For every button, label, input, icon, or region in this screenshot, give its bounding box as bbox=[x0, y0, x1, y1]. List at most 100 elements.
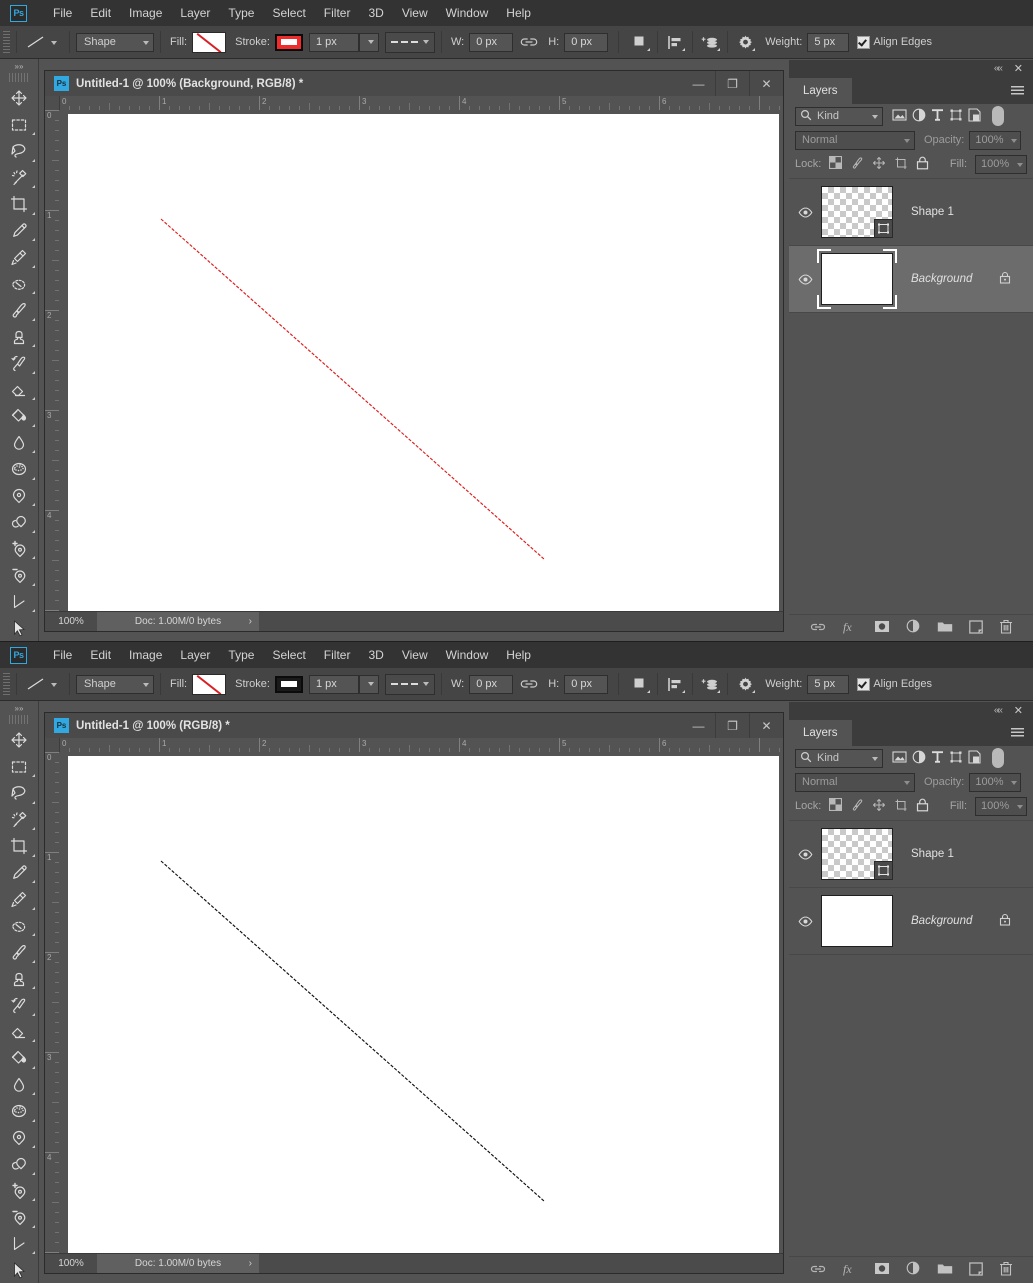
shape-mode-dropdown[interactable]: Shape bbox=[76, 32, 154, 52]
shape-mode-dropdown[interactable]: Shape bbox=[76, 674, 154, 694]
tool-pen-tool[interactable] bbox=[0, 1125, 38, 1152]
vertical-ruler[interactable]: 01234 bbox=[45, 96, 60, 631]
opacity-field[interactable]: 100% bbox=[969, 772, 1022, 792]
maximize-button[interactable]: ❐ bbox=[715, 71, 749, 96]
tool-quick-selection-tool[interactable] bbox=[0, 807, 38, 834]
new-layer-icon[interactable] bbox=[968, 619, 983, 637]
menu-item-3d[interactable]: 3D bbox=[359, 642, 392, 668]
shape-layer-filter-icon[interactable] bbox=[949, 750, 963, 767]
tool-lasso-tool[interactable] bbox=[0, 780, 38, 807]
stroke-width-field[interactable]: 1 px bbox=[308, 674, 359, 694]
toolbar-collapse-icon[interactable]: »» bbox=[0, 701, 38, 715]
delete-layer-icon[interactable] bbox=[999, 1261, 1013, 1279]
minimize-button[interactable]: — bbox=[682, 713, 715, 738]
width-field[interactable]: 0 px bbox=[469, 32, 514, 52]
tool-clone-stamp-tool[interactable] bbox=[0, 324, 38, 351]
ruler-corner[interactable] bbox=[45, 96, 59, 110]
tool-rectangular-marquee-tool[interactable] bbox=[0, 754, 38, 781]
tool-blur-tool[interactable] bbox=[0, 430, 38, 457]
blend-mode-dropdown[interactable]: Normal bbox=[795, 130, 915, 150]
tool-lasso-tool[interactable] bbox=[0, 138, 38, 165]
canvas-area[interactable] bbox=[59, 752, 783, 1253]
layer-thumbnail[interactable] bbox=[817, 249, 897, 309]
layer-visibility-toggle[interactable] bbox=[789, 848, 821, 860]
lock-all-icon[interactable] bbox=[916, 156, 929, 173]
layer-thumbnail[interactable] bbox=[821, 186, 893, 238]
lock-artboard-nesting-icon[interactable] bbox=[894, 156, 908, 173]
tool-clone-stamp-tool[interactable] bbox=[0, 966, 38, 993]
opacity-field[interactable]: 100% bbox=[969, 130, 1022, 150]
canvas-area[interactable] bbox=[59, 110, 783, 611]
document-info[interactable]: Doc: 1.00M/0 bytes › bbox=[97, 1254, 259, 1273]
filter-toggle-pill[interactable] bbox=[992, 106, 1004, 126]
menu-item-help[interactable]: Help bbox=[497, 642, 540, 668]
lock-position-icon[interactable] bbox=[872, 798, 886, 815]
new-group-icon[interactable] bbox=[937, 1262, 953, 1278]
menu-item-file[interactable]: File bbox=[44, 0, 81, 26]
tool-history-brush-tool[interactable] bbox=[0, 992, 38, 1019]
tool-direct-selection-tool[interactable] bbox=[0, 1257, 38, 1283]
tool-gradient-tool[interactable] bbox=[0, 403, 38, 430]
smart-object-filter-icon[interactable] bbox=[968, 107, 981, 125]
document-info[interactable]: Doc: 1.00M/0 bytes › bbox=[97, 612, 259, 631]
menu-item-file[interactable]: File bbox=[44, 642, 81, 668]
tool-delete-anchor-point-tool[interactable] bbox=[0, 1204, 38, 1231]
panel-menu-icon[interactable] bbox=[1011, 728, 1024, 737]
lock-transparent-pixels-icon[interactable] bbox=[829, 156, 843, 172]
shape-layer-filter-icon[interactable] bbox=[949, 108, 963, 125]
stroke-swatch[interactable] bbox=[274, 675, 303, 693]
fill-field[interactable]: 100% bbox=[975, 154, 1027, 174]
delete-layer-icon[interactable] bbox=[999, 619, 1013, 637]
add-layer-mask-icon[interactable] bbox=[874, 620, 890, 636]
pixel-layer-filter-icon[interactable] bbox=[892, 750, 907, 767]
close-icon[interactable]: ✕ bbox=[1014, 62, 1023, 75]
panel-menu-icon[interactable] bbox=[1011, 86, 1024, 95]
height-field[interactable]: 0 px bbox=[564, 674, 609, 694]
menu-item-select[interactable]: Select bbox=[263, 0, 314, 26]
menu-item-edit[interactable]: Edit bbox=[81, 0, 120, 26]
tool-rectangular-marquee-tool[interactable] bbox=[0, 112, 38, 139]
layer-row[interactable]: Background bbox=[789, 246, 1033, 313]
zoom-level[interactable]: 100% bbox=[45, 616, 97, 627]
height-field[interactable]: 0 px bbox=[564, 32, 609, 52]
path-operations-icon[interactable] bbox=[629, 32, 651, 52]
stroke-style-dropdown[interactable] bbox=[384, 31, 435, 53]
maximize-button[interactable]: ❐ bbox=[715, 713, 749, 738]
close-button[interactable]: ✕ bbox=[749, 71, 783, 96]
new-adjustment-layer-icon[interactable] bbox=[906, 619, 921, 637]
lock-image-pixels-icon[interactable] bbox=[850, 156, 864, 173]
tool-preset-chevron-icon[interactable] bbox=[51, 36, 57, 48]
vertical-ruler[interactable]: 01234 bbox=[45, 738, 60, 1273]
stroke-width-dropdown[interactable] bbox=[358, 32, 379, 52]
smart-object-filter-icon[interactable] bbox=[968, 749, 981, 767]
tool-brush-tool[interactable] bbox=[0, 297, 38, 324]
menu-item-window[interactable]: Window bbox=[437, 0, 498, 26]
tool-freeform-pen-tool[interactable] bbox=[0, 509, 38, 536]
type-layer-filter-icon[interactable] bbox=[931, 750, 944, 767]
menu-item-filter[interactable]: Filter bbox=[315, 642, 360, 668]
width-field[interactable]: 0 px bbox=[469, 674, 514, 694]
gear-icon[interactable] bbox=[734, 32, 756, 52]
new-adjustment-layer-icon[interactable] bbox=[906, 1261, 921, 1279]
tab-layers[interactable]: Layers bbox=[789, 78, 852, 104]
tool-patch-tool[interactable] bbox=[0, 913, 38, 940]
menu-item-image[interactable]: Image bbox=[120, 0, 171, 26]
chevron-right-icon[interactable]: › bbox=[249, 1258, 252, 1269]
layer-row[interactable]: Shape 1 bbox=[789, 821, 1033, 888]
fill-field[interactable]: 100% bbox=[975, 796, 1027, 816]
menu-item-layer[interactable]: Layer bbox=[171, 642, 219, 668]
tool-healing-brush-tool[interactable] bbox=[0, 244, 38, 271]
toolbar-collapse-icon[interactable]: »» bbox=[0, 59, 38, 73]
chevron-right-icon[interactable]: › bbox=[249, 616, 252, 627]
menu-item-type[interactable]: Type bbox=[219, 0, 263, 26]
tool-move-tool[interactable] bbox=[0, 85, 38, 112]
tool-dodge-tool[interactable] bbox=[0, 456, 38, 483]
fill-swatch[interactable] bbox=[192, 673, 227, 695]
menu-item-3d[interactable]: 3D bbox=[359, 0, 392, 26]
tool-eyedropper-tool[interactable] bbox=[0, 860, 38, 887]
tool-healing-brush-tool[interactable] bbox=[0, 886, 38, 913]
tool-path-selection-tool[interactable] bbox=[0, 1231, 38, 1258]
layer-thumbnail[interactable] bbox=[821, 828, 893, 880]
lock-image-pixels-icon[interactable] bbox=[850, 798, 864, 815]
tool-quick-selection-tool[interactable] bbox=[0, 165, 38, 192]
